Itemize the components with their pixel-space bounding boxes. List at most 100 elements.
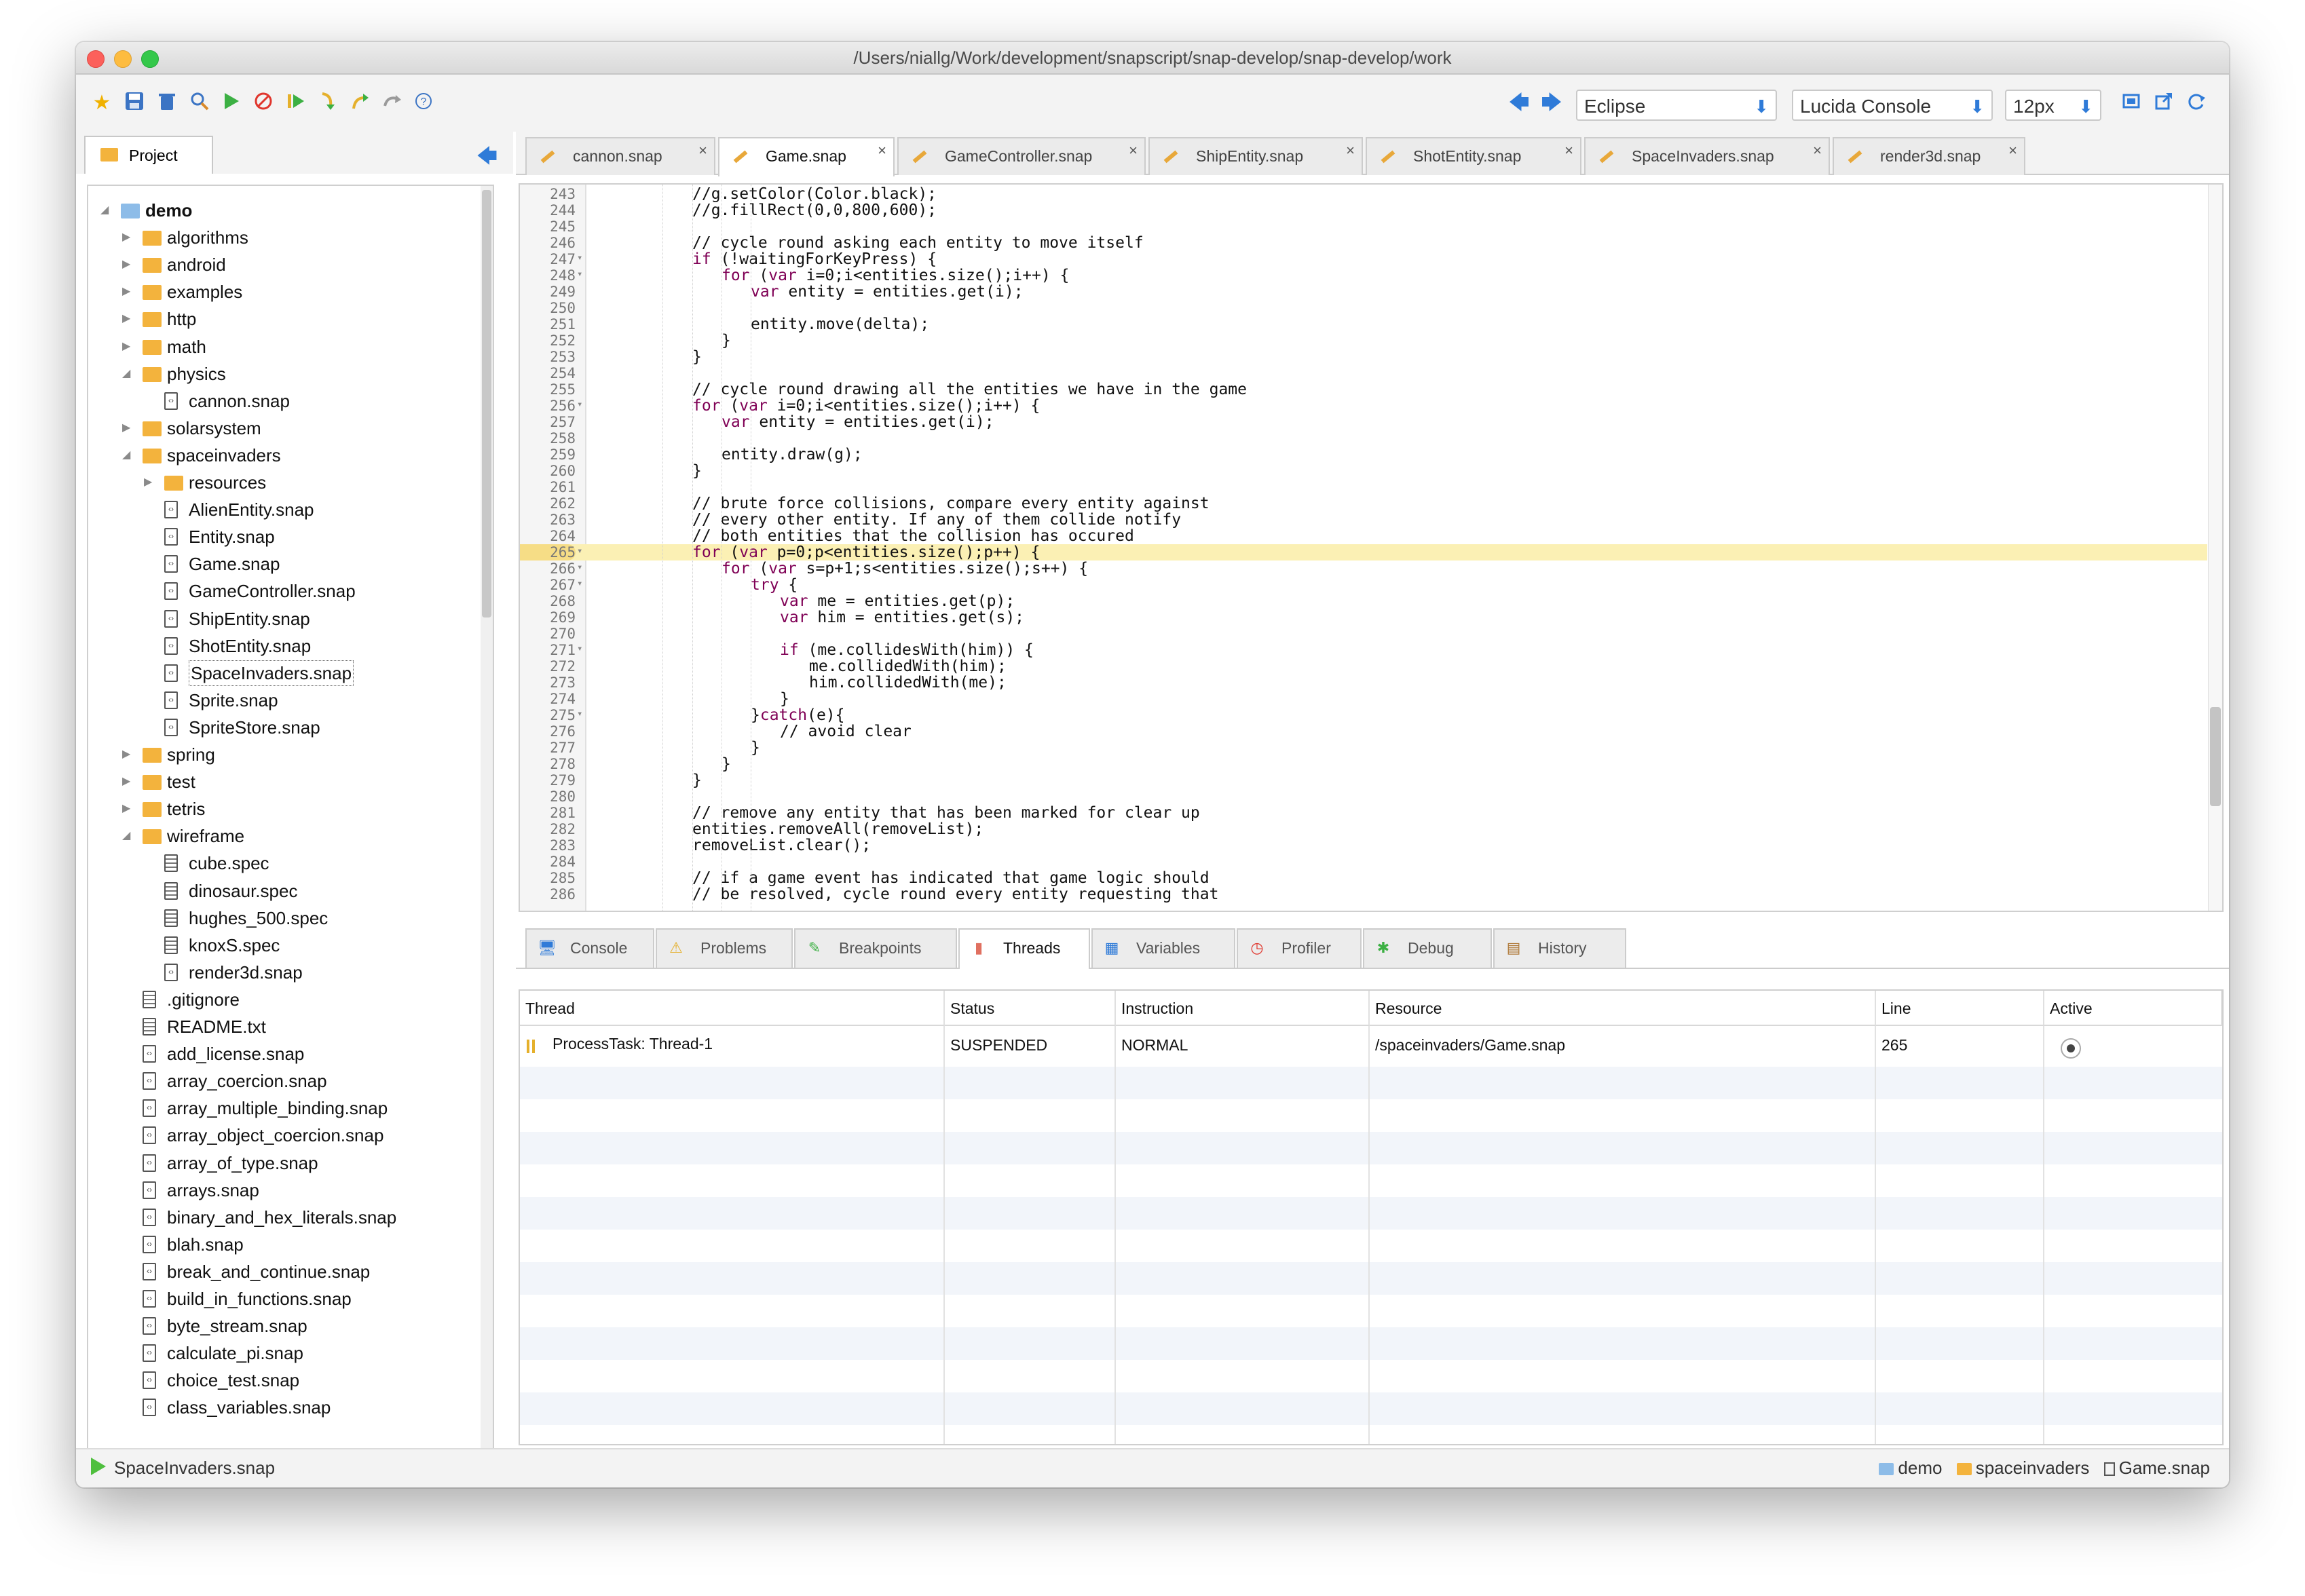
tree-item[interactable]: hughes_500.spec: [88, 905, 475, 932]
line-number[interactable]: 276: [520, 723, 576, 740]
breadcrumb-item[interactable]: Game.snap: [2119, 1458, 2210, 1478]
code-line[interactable]: 275 ▾}catch(e){: [520, 707, 2207, 723]
tree-item[interactable]: ‹› build_in_functions.snap: [88, 1285, 475, 1312]
code-line[interactable]: 276 // avoid clear: [520, 723, 2207, 740]
code-line[interactable]: 281 // remove any entity that has been ma…: [520, 805, 2207, 821]
tree-item[interactable]: ‹› SpaceInvaders.snap: [88, 660, 475, 687]
code-line[interactable]: 251 entity.move(delta);: [520, 316, 2207, 332]
fold-arrow-icon[interactable]: ▾: [577, 396, 582, 413]
line-number[interactable]: 252: [520, 332, 576, 349]
code-line[interactable]: 270: [520, 626, 2207, 642]
code-line[interactable]: 285 // if a game event has indicated that…: [520, 870, 2207, 886]
line-number[interactable]: 286: [520, 886, 576, 902]
tree-item[interactable]: ▶ examples: [88, 278, 475, 305]
breadcrumb-item[interactable]: demo: [1898, 1458, 1942, 1478]
line-number[interactable]: 281: [520, 805, 576, 821]
line-number[interactable]: 271: [520, 642, 576, 658]
close-tab-icon[interactable]: ×: [698, 133, 707, 168]
trash-icon[interactable]: [155, 91, 179, 115]
code-line[interactable]: 254: [520, 365, 2207, 381]
tree-item[interactable]: ‹› array_coercion.snap: [88, 1067, 475, 1095]
code-line[interactable]: 261: [520, 479, 2207, 495]
table-row[interactable]: [520, 1360, 2222, 1392]
debug-tab[interactable]: ▦ Variables: [1091, 928, 1235, 968]
line-number[interactable]: 244: [520, 202, 576, 218]
line-number[interactable]: 260: [520, 463, 576, 479]
tree-item[interactable]: ▶ spring: [88, 741, 475, 768]
expanded-arrow-icon[interactable]: ◢: [100, 197, 114, 224]
line-number[interactable]: 243: [520, 186, 576, 202]
line-number[interactable]: 264: [520, 528, 576, 544]
tree-item[interactable]: ‹› cannon.snap: [88, 387, 475, 415]
tree-item[interactable]: knoxS.spec: [88, 932, 475, 959]
table-row[interactable]: [520, 1425, 2222, 1444]
line-number[interactable]: 247: [520, 251, 576, 267]
line-number[interactable]: 256: [520, 398, 576, 414]
line-number[interactable]: 254: [520, 365, 576, 381]
tree-scroll-thumb[interactable]: [482, 190, 491, 618]
code-line[interactable]: 249 var entity = entities.get(i);: [520, 284, 2207, 300]
line-number[interactable]: 245: [520, 218, 576, 235]
line-number[interactable]: 251: [520, 316, 576, 332]
collapse-panel-icon[interactable]: 🡄: [476, 141, 498, 176]
code-line[interactable]: 274}: [520, 691, 2207, 707]
line-number[interactable]: 284: [520, 854, 576, 870]
line-number[interactable]: 275: [520, 707, 576, 723]
collapsed-arrow-icon[interactable]: ▶: [122, 415, 136, 442]
line-number[interactable]: 270: [520, 626, 576, 642]
line-number[interactable]: 249: [520, 284, 576, 300]
editor-scroll-thumb[interactable]: [2210, 707, 2221, 806]
tree-item[interactable]: .gitignore: [88, 986, 475, 1013]
line-number[interactable]: 258: [520, 430, 576, 446]
tree-item[interactable]: ◢ wireframe: [88, 822, 475, 850]
close-tab-icon[interactable]: ×: [1129, 133, 1138, 168]
line-number[interactable]: 259: [520, 446, 576, 463]
close-tab-icon[interactable]: ×: [878, 133, 886, 168]
fold-arrow-icon[interactable]: ▾: [577, 575, 582, 592]
code-line[interactable]: 277}: [520, 740, 2207, 756]
table-row[interactable]: [520, 1262, 2222, 1295]
active-radio-button[interactable]: [2061, 1038, 2081, 1059]
code-line[interactable]: 258: [520, 430, 2207, 446]
editor-scrollbar[interactable]: [2208, 185, 2222, 911]
line-number[interactable]: 279: [520, 772, 576, 788]
code-editor[interactable]: 243 //g.setColor(Color.black); 244 //g.fill…: [519, 183, 2224, 912]
tree-item[interactable]: ‹› array_multiple_binding.snap: [88, 1095, 475, 1122]
save-icon[interactable]: [122, 91, 147, 115]
editor-tab[interactable]: render3d.snap ×: [1833, 137, 2025, 175]
table-row[interactable]: [520, 1295, 2222, 1327]
step-in-icon[interactable]: [316, 91, 341, 115]
step-out-icon[interactable]: [348, 91, 372, 115]
tree-item[interactable]: ‹› break_and_continue.snap: [88, 1258, 475, 1285]
tree-item[interactable]: ‹› SpriteStore.snap: [88, 714, 475, 741]
code-line[interactable]: 279}: [520, 772, 2207, 788]
tree-item[interactable]: ▶ test: [88, 768, 475, 795]
line-number[interactable]: 261: [520, 479, 576, 495]
code-line[interactable]: 247 ▾ if (!waitingForKeyPress) {: [520, 251, 2207, 267]
table-row[interactable]: [520, 1132, 2222, 1164]
tree-item[interactable]: ‹› binary_and_hex_literals.snap: [88, 1204, 475, 1231]
line-number[interactable]: 274: [520, 691, 576, 707]
step-over-icon[interactable]: [380, 91, 405, 115]
tree-item[interactable]: ‹› array_of_type.snap: [88, 1150, 475, 1177]
line-number[interactable]: 265: [520, 544, 576, 560]
table-row[interactable]: [520, 1197, 2222, 1230]
line-number[interactable]: 248: [520, 267, 576, 284]
line-number[interactable]: 285: [520, 870, 576, 886]
close-tab-icon[interactable]: ×: [1346, 133, 1355, 168]
tree-item[interactable]: ‹› blah.snap: [88, 1231, 475, 1258]
code-line[interactable]: 284: [520, 854, 2207, 870]
code-line[interactable]: 245: [520, 218, 2207, 235]
help-icon[interactable]: ?: [411, 91, 436, 115]
code-line[interactable]: 244 //g.fillRect(0,0,800,600);: [520, 202, 2207, 218]
line-number[interactable]: 282: [520, 821, 576, 837]
line-number[interactable]: 280: [520, 788, 576, 805]
code-line[interactable]: 282 entities.removeAll(removeList);: [520, 821, 2207, 837]
code-line[interactable]: 268 var me = entities.get(p);: [520, 593, 2207, 609]
debug-tab[interactable]: ▮ Threads: [958, 928, 1090, 969]
line-number[interactable]: 262: [520, 495, 576, 512]
stop-icon[interactable]: [251, 91, 276, 115]
line-number[interactable]: 257: [520, 414, 576, 430]
tree-item[interactable]: ‹› Sprite.snap: [88, 687, 475, 714]
table-row[interactable]: [520, 1164, 2222, 1197]
